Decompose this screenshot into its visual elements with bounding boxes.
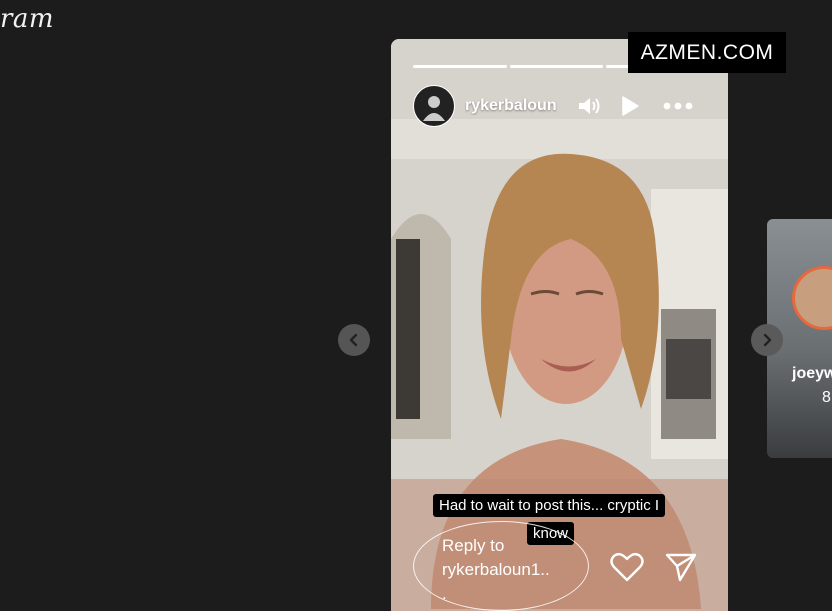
chevron-left-icon	[349, 333, 358, 347]
heart-icon[interactable]	[610, 552, 644, 587]
progress-segment	[509, 65, 604, 68]
next-story-subtext: 8	[822, 389, 831, 406]
instagram-logo[interactable]: ram	[0, 4, 54, 34]
story-username[interactable]: rykerbaloun	[465, 97, 557, 115]
send-icon[interactable]	[665, 551, 697, 588]
next-story-button[interactable]	[751, 324, 783, 356]
more-options-icon[interactable]	[663, 102, 693, 110]
story-header: rykerbaloun	[413, 85, 706, 127]
next-story-avatar	[792, 266, 832, 330]
chevron-right-icon	[763, 333, 772, 347]
next-story-username: joeyw	[792, 365, 832, 382]
story-caption-line1: Had to wait to post this... cryptic I	[433, 494, 666, 517]
reply-input[interactable]: Reply to rykerbaloun1.. .	[413, 521, 589, 611]
user-silhouette-icon	[423, 96, 445, 121]
avatar[interactable]	[413, 85, 455, 127]
watermark: AZMEN.COM	[628, 32, 786, 73]
progress-segment	[413, 65, 507, 68]
volume-icon[interactable]	[577, 95, 601, 117]
play-icon[interactable]	[620, 96, 640, 116]
reply-placeholder: Reply to rykerbaloun1.. .	[442, 536, 550, 603]
previous-story-button[interactable]	[338, 324, 370, 356]
